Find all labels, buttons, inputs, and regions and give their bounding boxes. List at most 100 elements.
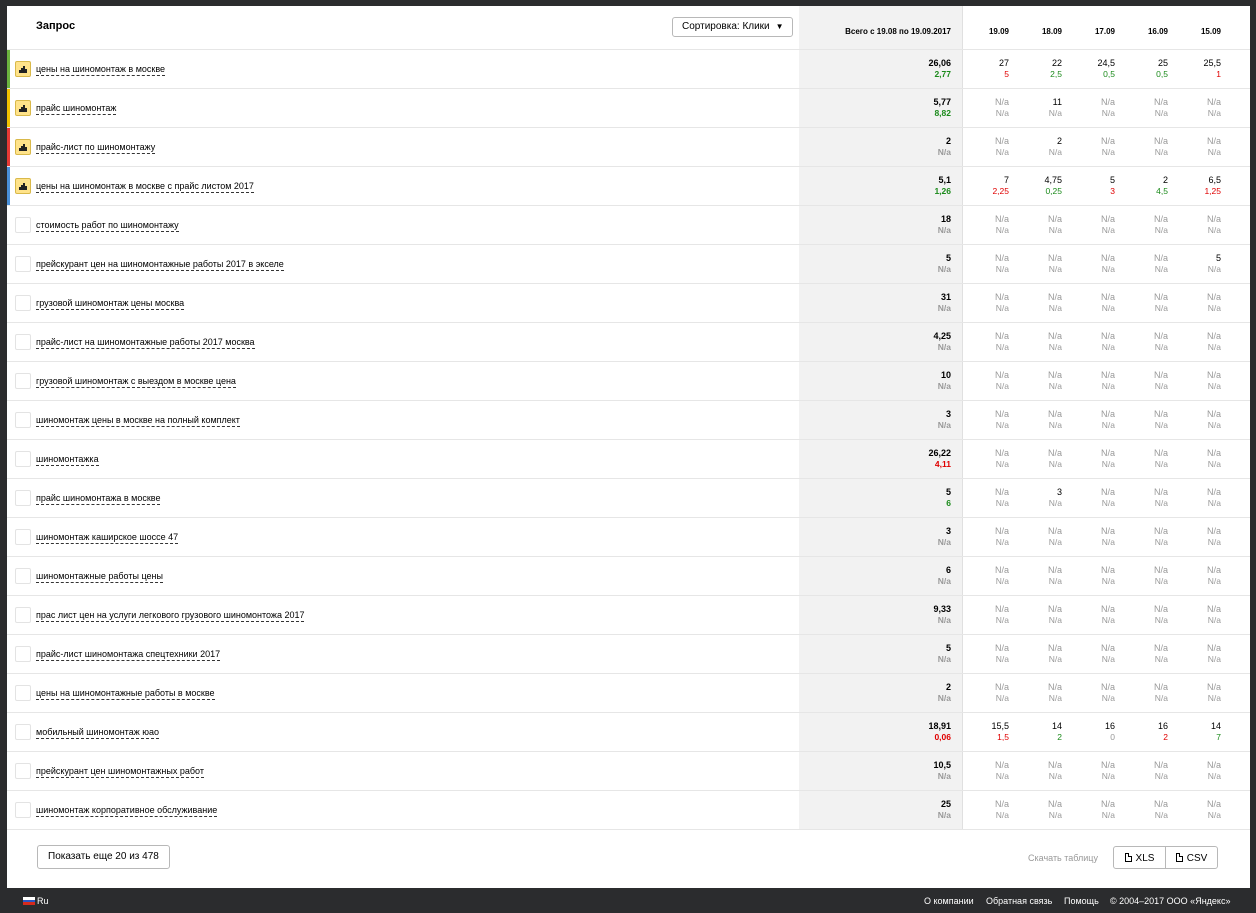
row-chart-checkbox[interactable] — [15, 178, 31, 194]
download-csv-button[interactable]: CSV — [1165, 846, 1218, 869]
day-value: N/a — [1100, 97, 1115, 107]
row-chart-checkbox[interactable] — [15, 334, 31, 350]
day-subvalue: N/a — [1154, 498, 1168, 508]
day-subvalue: N/a — [1101, 615, 1115, 625]
row-chart-checkbox[interactable] — [15, 607, 31, 623]
query-link[interactable]: цены на шиномонтаж в москве — [36, 64, 166, 76]
total-subvalue: N/a — [937, 264, 951, 274]
query-link[interactable]: прас лист цен на услуги легкового грузов… — [36, 610, 305, 622]
row-chart-checkbox[interactable] — [15, 217, 31, 233]
day-subvalue: N/a — [995, 771, 1009, 781]
query-link[interactable]: стоимость работ по шиномонтажу — [36, 220, 179, 232]
day-value: N/a — [1100, 292, 1115, 302]
row-chart-checkbox[interactable] — [15, 295, 31, 311]
date-header: 17.09 — [1094, 27, 1115, 36]
query-link[interactable]: шиномонтаж корпоративное обслуживание — [36, 805, 218, 817]
query-link[interactable]: прейскурант цен на шиномонтажные работы … — [36, 259, 284, 271]
day-subvalue: N/a — [1048, 771, 1062, 781]
query-link[interactable]: прайс шиномонтажа в москве — [36, 493, 161, 505]
day-subvalue: N/a — [995, 225, 1009, 235]
total-subvalue: N/a — [937, 381, 951, 391]
bar-chart-icon — [19, 183, 28, 190]
row-chart-checkbox[interactable] — [15, 529, 31, 545]
row-chart-checkbox[interactable] — [15, 100, 31, 116]
day-value: N/a — [1206, 409, 1221, 419]
total-subvalue: 4,11 — [934, 459, 951, 469]
language-switcher[interactable]: Ru — [37, 896, 49, 906]
table-row: шиномонтажка 26,22 4,11 N/a N/a N/a N/a N/a N/a N… — [7, 440, 1250, 479]
query-link[interactable]: шиномонтажные работы цены — [36, 571, 163, 583]
day-value: N/a — [1047, 643, 1062, 653]
russia-flag-icon — [23, 897, 35, 906]
query-link[interactable]: цены на шиномонтажные работы в москве — [36, 688, 215, 700]
row-chart-checkbox[interactable] — [15, 802, 31, 818]
total-value: 26,06 — [928, 58, 951, 68]
day-value: N/a — [1206, 604, 1221, 614]
row-chart-checkbox[interactable] — [15, 646, 31, 662]
table-row: цены на шиномонтаж в москве 26,06 2,77 27 5 2… — [7, 50, 1250, 89]
day-value: 2 — [1162, 175, 1168, 185]
query-link[interactable]: прайс-лист шиномонтажа спецтехники 2017 — [36, 649, 221, 661]
day-value: N/a — [1206, 448, 1221, 458]
day-subvalue: 2 — [1163, 732, 1168, 742]
day-subvalue: N/a — [1154, 108, 1168, 118]
row-chart-checkbox[interactable] — [15, 412, 31, 428]
day-value: 7 — [1003, 175, 1009, 185]
footer-link-about[interactable]: О компании — [924, 896, 974, 906]
row-chart-checkbox[interactable] — [15, 724, 31, 740]
row-chart-checkbox[interactable] — [15, 763, 31, 779]
footer-link-feedback[interactable]: Обратная связь — [986, 896, 1052, 906]
total-subvalue: N/a — [937, 654, 951, 664]
total-subvalue: N/a — [937, 615, 951, 625]
day-subvalue: N/a — [1101, 693, 1115, 703]
day-subvalue: N/a — [1207, 771, 1221, 781]
day-subvalue: N/a — [1154, 654, 1168, 664]
row-chart-checkbox[interactable] — [15, 568, 31, 584]
query-link[interactable]: грузовой шиномонтаж цены москва — [36, 298, 185, 310]
total-value: 10 — [940, 370, 951, 380]
query-link[interactable]: прайс-лист по шиномонтажу — [36, 142, 156, 154]
date-header: 15.09 — [1200, 27, 1221, 36]
table-header: Запрос Сортировка: Клики ▼ Всего с 19.08 … — [7, 6, 1250, 50]
query-link[interactable]: шиномонтаж каширское шоссе 47 — [36, 532, 179, 544]
row-chart-checkbox[interactable] — [15, 139, 31, 155]
show-more-button[interactable]: Показать еще 20 из 478 — [37, 845, 170, 869]
day-value: N/a — [1100, 682, 1115, 692]
table-row: прайс-лист по шиномонтажу 2 N/a N/a N/a 2 N/a N… — [7, 128, 1250, 167]
day-value: N/a — [1153, 253, 1168, 263]
total-value: 26,22 — [928, 448, 951, 458]
row-chart-checkbox[interactable] — [15, 373, 31, 389]
row-color-marker — [7, 50, 10, 88]
day-value: N/a — [1153, 448, 1168, 458]
day-value: N/a — [994, 799, 1009, 809]
total-value: 18,91 — [928, 721, 951, 731]
query-link[interactable]: грузовой шиномонтаж с выездом в москве ц… — [36, 376, 236, 388]
total-subvalue: N/a — [937, 771, 951, 781]
download-xls-button[interactable]: XLS — [1113, 846, 1166, 869]
row-chart-checkbox[interactable] — [15, 490, 31, 506]
footer-link-help[interactable]: Помощь — [1064, 896, 1099, 906]
row-chart-checkbox[interactable] — [15, 451, 31, 467]
sort-dropdown-button[interactable]: Сортировка: Клики ▼ — [672, 17, 793, 37]
table-row: грузовой шиномонтаж с выездом в москве ц… — [7, 362, 1250, 401]
row-chart-checkbox[interactable] — [15, 256, 31, 272]
query-link[interactable]: мобильный шиномонтаж юао — [36, 727, 159, 739]
day-subvalue: 2,25 — [992, 186, 1009, 196]
total-subvalue: 1,26 — [934, 186, 951, 196]
query-link[interactable]: шиномонтажка — [36, 454, 99, 466]
row-chart-checkbox[interactable] — [15, 61, 31, 77]
row-chart-checkbox[interactable] — [15, 685, 31, 701]
row-color-marker — [7, 128, 10, 166]
wordstat-history-panel: Запрос Сортировка: Клики ▼ Всего с 19.08 … — [7, 6, 1250, 888]
query-link[interactable]: прейскурант цен шиномонтажных работ — [36, 766, 204, 778]
day-subvalue: 0,5 — [1156, 69, 1168, 79]
day-value: N/a — [1100, 136, 1115, 146]
query-link[interactable]: прайс-лист на шиномонтажные работы 2017 … — [36, 337, 255, 349]
table-row: грузовой шиномонтаж цены москва 31 N/a N/a N… — [7, 284, 1250, 323]
day-value: N/a — [1206, 487, 1221, 497]
query-link[interactable]: цены на шиномонтаж в москве с прайс лист… — [36, 181, 254, 193]
query-link[interactable]: шиномонтаж цены в москве на полный компл… — [36, 415, 240, 427]
total-value: 3 — [945, 409, 951, 419]
query-link[interactable]: прайс шиномонтаж — [36, 103, 117, 115]
day-subvalue: 1,25 — [1204, 186, 1221, 196]
